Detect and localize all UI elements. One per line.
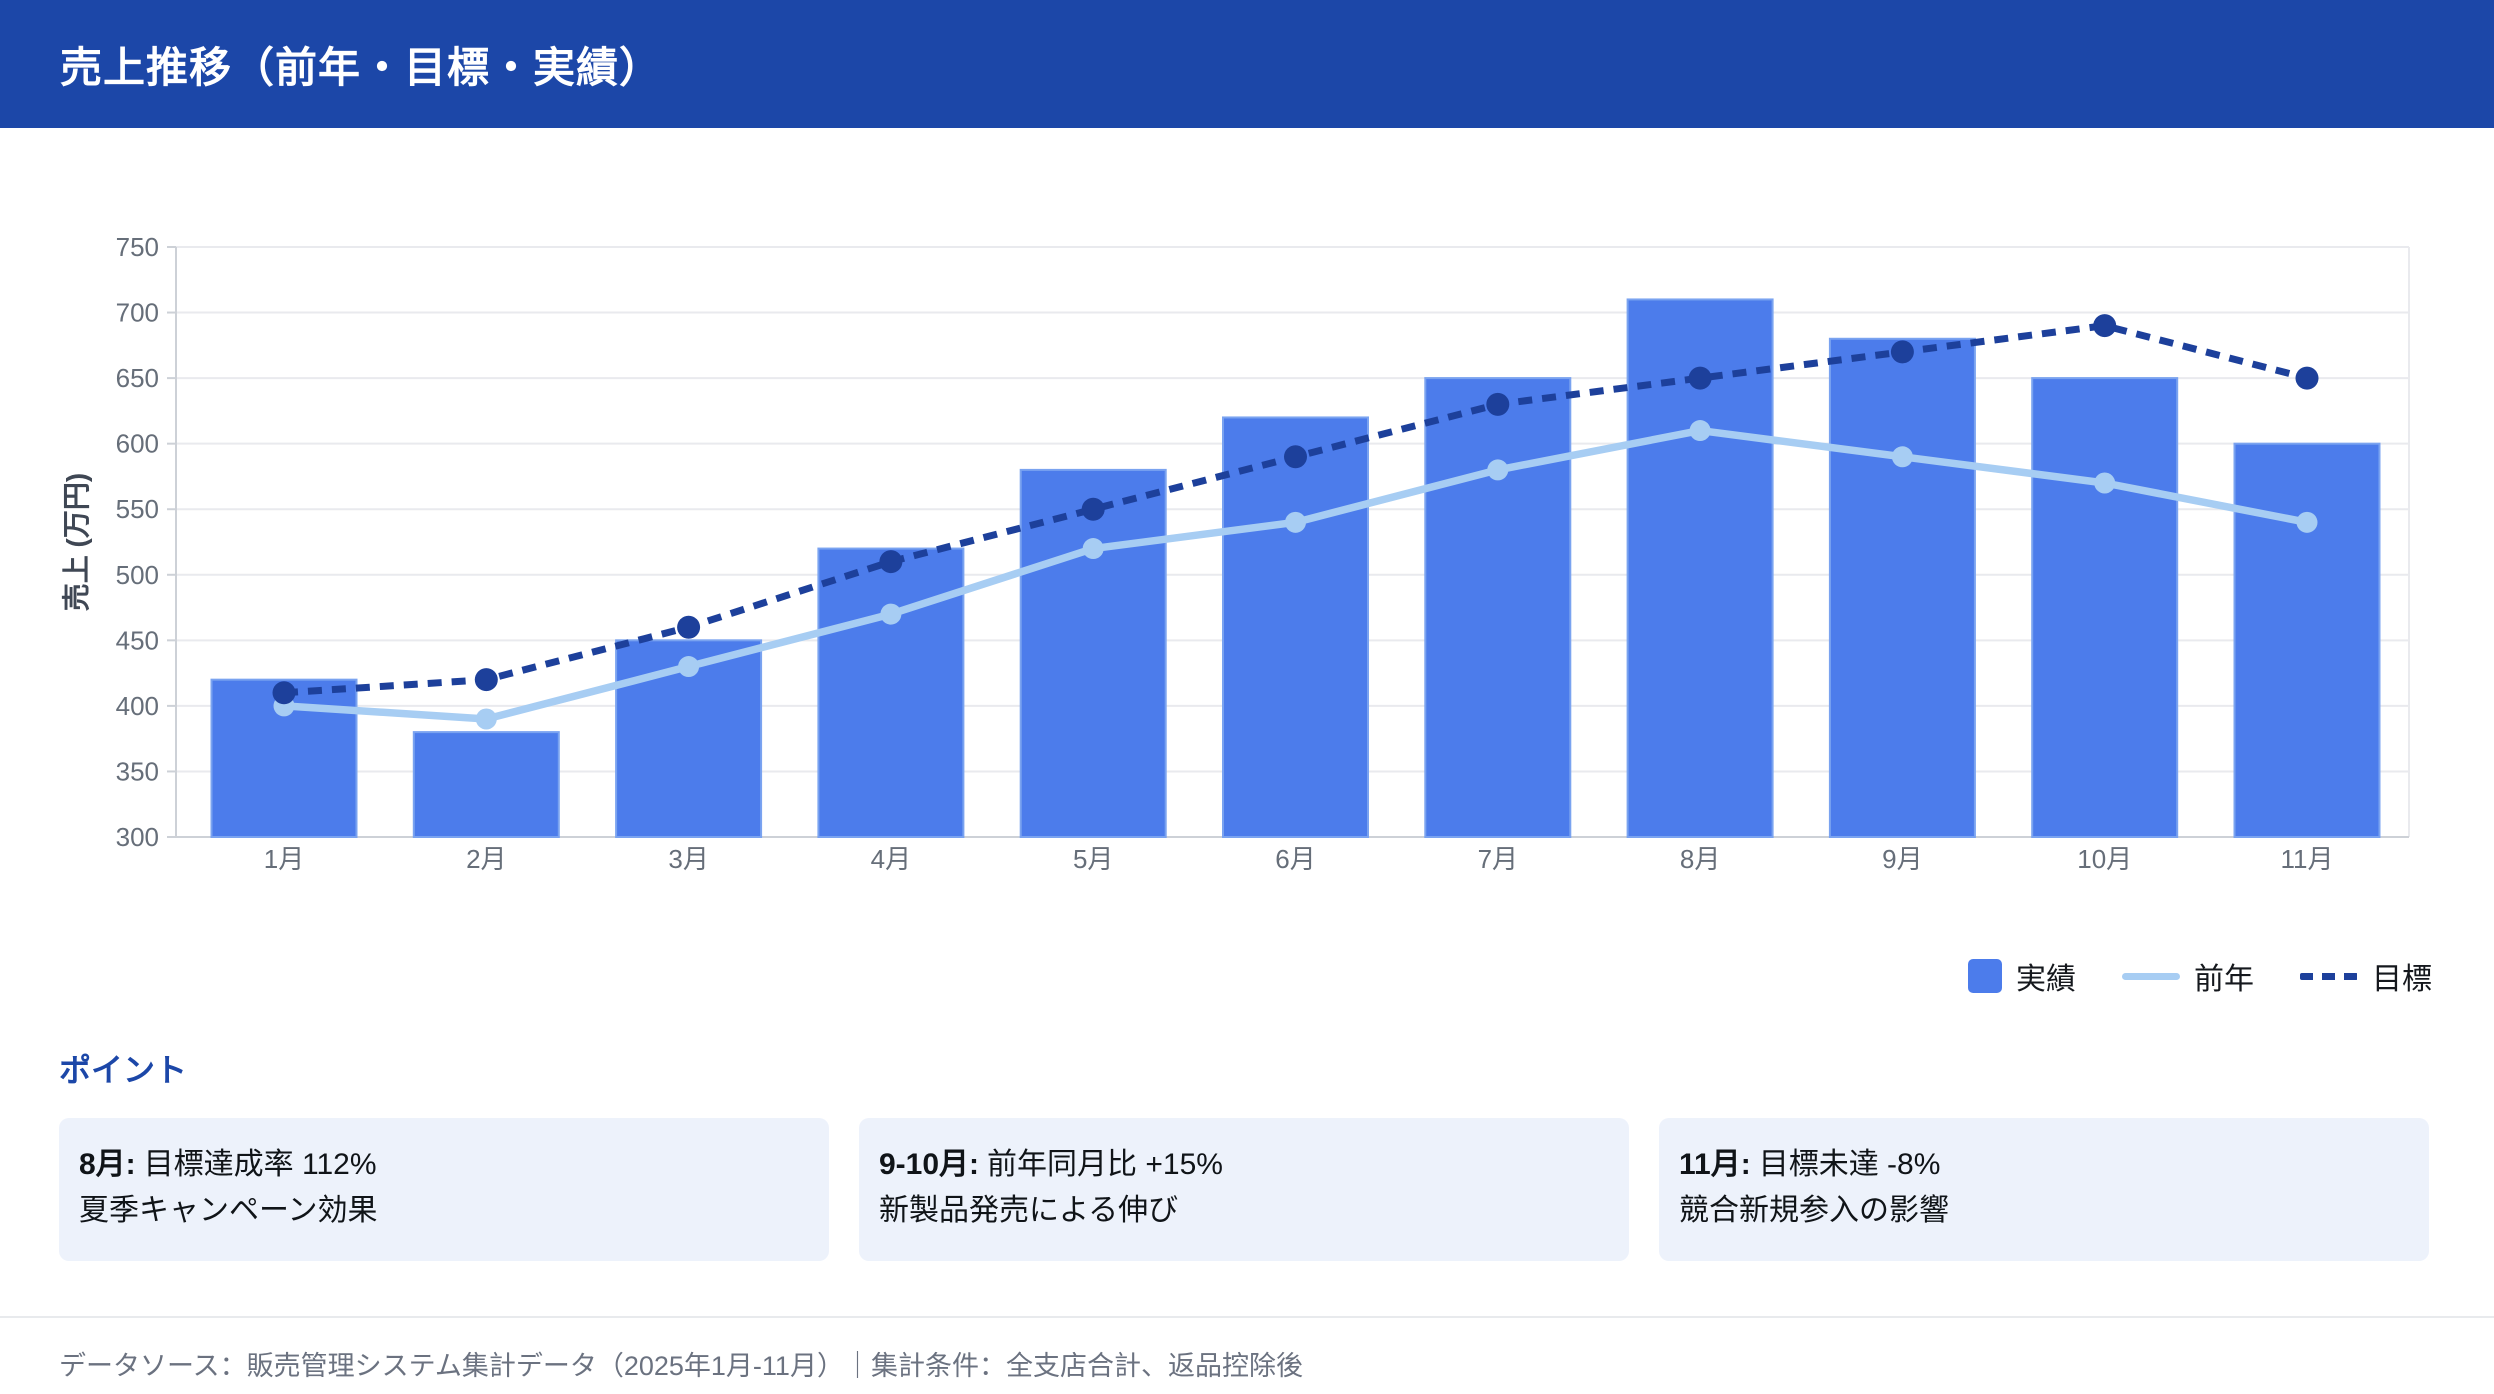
point-box-sep-oct: 9-10月:前年同月比 +15% 新製品発売による伸び xyxy=(859,1118,1629,1261)
point-headline-text: 前年同月比 +15% xyxy=(987,1148,1223,1181)
y-tick-label: 350 xyxy=(116,756,159,786)
prev-year-point xyxy=(1487,459,1508,480)
data-source-note: データソース：販売管理システム集計データ（2025年1月-11月）｜集計条件：全… xyxy=(59,1344,2494,1383)
prev-year-point xyxy=(2094,473,2115,494)
x-tick-label: 2月 xyxy=(466,844,506,874)
target-point xyxy=(1486,393,1509,416)
point-headline: 11月:目標未達 -8% xyxy=(1679,1142,2409,1188)
prev-year-point xyxy=(678,656,699,677)
legend-item-target: 目標 xyxy=(2300,954,2432,998)
legend-label: 実績 xyxy=(2016,954,2076,998)
target-point xyxy=(1689,367,1712,390)
prev-year-point xyxy=(2297,512,2318,533)
y-tick-label: 400 xyxy=(116,691,159,721)
bar-swatch-icon xyxy=(1968,959,2002,993)
bar xyxy=(414,732,559,837)
points-row: 8月:目標達成率 112% 夏季キャンペーン効果 9-10月:前年同月比 +15… xyxy=(59,1118,2429,1261)
x-tick-label: 5月 xyxy=(1073,844,1113,874)
title-bar: 売上推移（前年・目標・実績） xyxy=(0,0,2494,128)
y-tick-label: 500 xyxy=(116,560,159,590)
legend-item-actual: 実績 xyxy=(1968,954,2076,998)
x-tick-label: 11月 xyxy=(2281,844,2334,874)
point-box-august: 8月:目標達成率 112% 夏季キャンペーン効果 xyxy=(59,1118,829,1261)
target-point xyxy=(1082,498,1105,521)
bar xyxy=(818,549,963,837)
x-tick-label: 3月 xyxy=(668,844,708,874)
chart-legend: 実績 前年 目標 xyxy=(0,956,2494,996)
y-axis-title: 売上 (万円) xyxy=(61,473,92,611)
point-box-november: 11月:目標未達 -8% 競合新規参入の影響 xyxy=(1659,1118,2429,1261)
y-tick-label: 600 xyxy=(116,429,159,459)
dashed-line-swatch-icon xyxy=(2300,973,2358,980)
target-point xyxy=(677,616,700,639)
y-tick-label: 650 xyxy=(116,363,159,393)
point-headline-text: 目標未達 -8% xyxy=(1759,1148,1941,1181)
point-month-label: 11月: xyxy=(1679,1148,1751,1181)
target-point xyxy=(879,550,902,573)
point-headline: 9-10月:前年同月比 +15% xyxy=(879,1142,1609,1188)
point-headline-text: 目標達成率 112% xyxy=(144,1148,377,1181)
target-point xyxy=(475,668,498,691)
x-tick-label: 8月 xyxy=(1680,844,1720,874)
x-tick-label: 4月 xyxy=(871,844,911,874)
x-tick-label: 1月 xyxy=(264,844,304,874)
x-tick-label: 10月 xyxy=(2077,844,2132,874)
page-title: 売上推移（前年・目標・実績） xyxy=(60,34,662,95)
x-tick-label: 6月 xyxy=(1275,844,1315,874)
target-point xyxy=(2093,314,2116,337)
bar xyxy=(2235,444,2380,837)
legend-label: 目標 xyxy=(2372,954,2432,998)
y-tick-label: 450 xyxy=(116,625,159,655)
points-section: ポイント 8月:目標達成率 112% 夏季キャンペーン効果 9-10月:前年同月… xyxy=(59,1048,2429,1261)
prev-year-point xyxy=(476,709,497,730)
point-headline: 8月:目標達成率 112% xyxy=(79,1142,809,1188)
target-point xyxy=(1284,445,1307,468)
target-point xyxy=(2296,367,2319,390)
y-tick-label: 300 xyxy=(116,822,159,852)
legend-item-prev-year: 前年 xyxy=(2122,954,2254,998)
bar xyxy=(1830,339,1975,837)
prev-year-point xyxy=(1690,420,1711,441)
points-heading: ポイント xyxy=(59,1048,2429,1092)
prev-year-point xyxy=(1892,446,1913,467)
bar xyxy=(1425,378,1570,837)
prev-year-point xyxy=(880,604,901,625)
prev-year-point xyxy=(1285,512,1306,533)
prev-year-point xyxy=(1083,538,1104,559)
footer: データソース：販売管理システム集計データ（2025年1月-11月）｜集計条件：全… xyxy=(0,1316,2494,1383)
y-tick-label: 550 xyxy=(116,494,159,524)
y-tick-label: 750 xyxy=(116,232,159,262)
x-tick-label: 7月 xyxy=(1478,844,1518,874)
x-tick-label: 9月 xyxy=(1882,844,1922,874)
legend-label: 前年 xyxy=(2194,954,2254,998)
point-detail: 競合新規参入の影響 xyxy=(1679,1188,2409,1234)
point-month-label: 9-10月: xyxy=(879,1148,979,1181)
target-point xyxy=(273,681,296,704)
bar xyxy=(2032,378,2177,837)
point-detail: 夏季キャンペーン効果 xyxy=(79,1188,809,1234)
y-tick-label: 700 xyxy=(116,298,159,328)
point-month-label: 8月: xyxy=(79,1148,136,1181)
point-detail: 新製品発売による伸び xyxy=(879,1188,1609,1234)
sales-chart: 300 350 400 450 500 550 600 650 700 750 1月 2月 3月 4月 5月… xyxy=(0,128,2494,938)
bar xyxy=(1223,417,1368,837)
target-point xyxy=(1891,340,1914,363)
line-swatch-icon xyxy=(2122,973,2180,980)
